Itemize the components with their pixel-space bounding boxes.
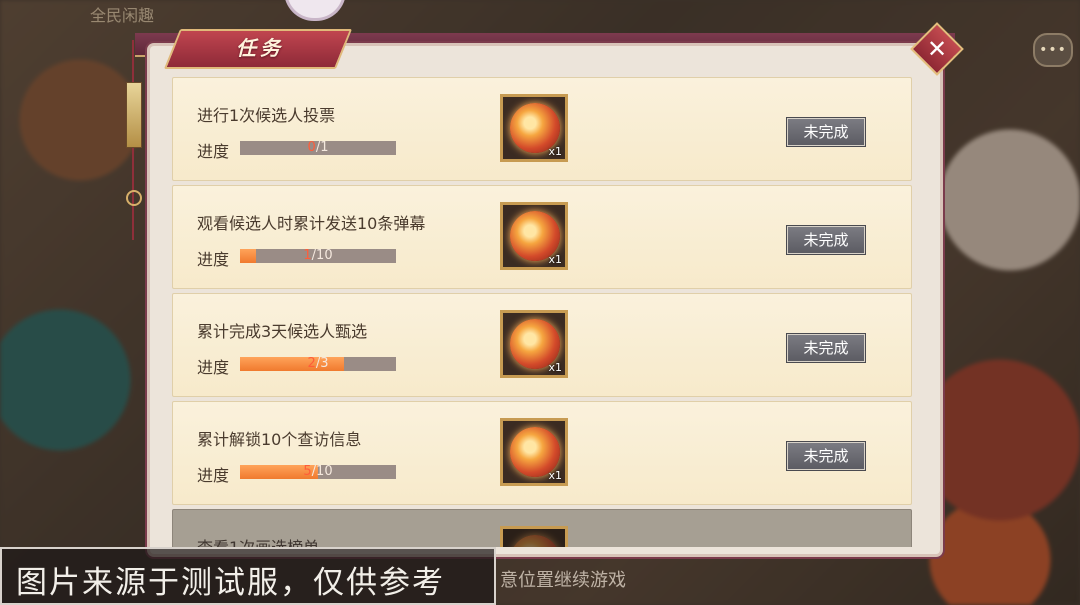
- reward-quantity: x1: [548, 469, 562, 482]
- reward-item[interactable]: x1: [500, 202, 568, 270]
- task-row: 查看1次画选榜单: [172, 509, 912, 547]
- task-row: 累计解锁10个查访信息 进度 5/10 x1 未完成: [172, 401, 912, 505]
- reward-item[interactable]: x1: [500, 94, 568, 162]
- progress-current: 5: [303, 464, 312, 479]
- top-banner-hint: 全民闲趣: [90, 6, 155, 25]
- progress-label: 进度: [197, 466, 230, 485]
- task-row: 观看候选人时累计发送10条弹幕 进度 1/10 x1 未完成: [172, 185, 912, 289]
- lantern-ornament: [126, 40, 142, 240]
- status-button[interactable]: 未完成: [787, 334, 865, 362]
- progress-total: /3: [315, 356, 329, 371]
- progress-text: 2/3: [240, 357, 396, 371]
- progress-current: 2: [307, 356, 316, 371]
- task-name: 累计解锁10个查访信息: [197, 430, 362, 449]
- reward-item[interactable]: [500, 526, 568, 547]
- progress-bar: 2/3: [240, 357, 396, 371]
- task-name: 查看1次画选榜单: [197, 534, 319, 547]
- progress-label: 进度: [197, 358, 230, 377]
- progress-total: /10: [311, 248, 333, 263]
- reward-quantity: x1: [548, 253, 562, 266]
- task-row: 进行1次候选人投票 进度 0/1 x1 未完成: [172, 77, 912, 181]
- flame-orb-icon: [510, 535, 560, 547]
- panel-title: 任务: [236, 36, 284, 60]
- progress-total: /1: [315, 140, 329, 155]
- close-icon[interactable]: ✕: [918, 30, 956, 68]
- progress-text: 1/10: [240, 249, 396, 263]
- progress-total: /10: [311, 464, 333, 479]
- progress-bar: 0/1: [240, 141, 396, 155]
- watermark-text: 图片来源于测试服，仅供参考: [16, 565, 445, 601]
- task-name: 进行1次候选人投票: [197, 106, 336, 125]
- status-button[interactable]: 未完成: [787, 442, 865, 470]
- progress-label: 进度: [197, 250, 230, 269]
- task-list[interactable]: 进行1次候选人投票 进度 0/1 x1 未完成 观看候选人时累计发送10条弹幕 …: [172, 77, 912, 547]
- progress-text: 5/10: [240, 465, 396, 479]
- progress-bar: 1/10: [240, 249, 396, 263]
- progress-label: 进度: [197, 142, 230, 161]
- reward-quantity: x1: [548, 361, 562, 374]
- progress-current: 0: [307, 140, 316, 155]
- progress-bar: 5/10: [240, 465, 396, 479]
- progress-current: 1: [303, 248, 312, 263]
- continue-hint: 意位置继续游戏: [500, 570, 626, 591]
- chat-bubble-icon[interactable]: •••: [1033, 33, 1073, 67]
- watermark-box: 图片来源于测试服，仅供参考: [0, 547, 496, 605]
- reward-quantity: x1: [548, 145, 562, 158]
- reward-item[interactable]: x1: [500, 310, 568, 378]
- status-button[interactable]: 未完成: [787, 226, 865, 254]
- progress-text: 0/1: [240, 141, 396, 155]
- status-button[interactable]: 未完成: [787, 118, 865, 146]
- task-row: 累计完成3天候选人甄选 进度 2/3 x1 未完成: [172, 293, 912, 397]
- task-name: 观看候选人时累计发送10条弹幕: [197, 214, 426, 233]
- task-name: 累计完成3天候选人甄选: [197, 322, 368, 341]
- reward-item[interactable]: x1: [500, 418, 568, 486]
